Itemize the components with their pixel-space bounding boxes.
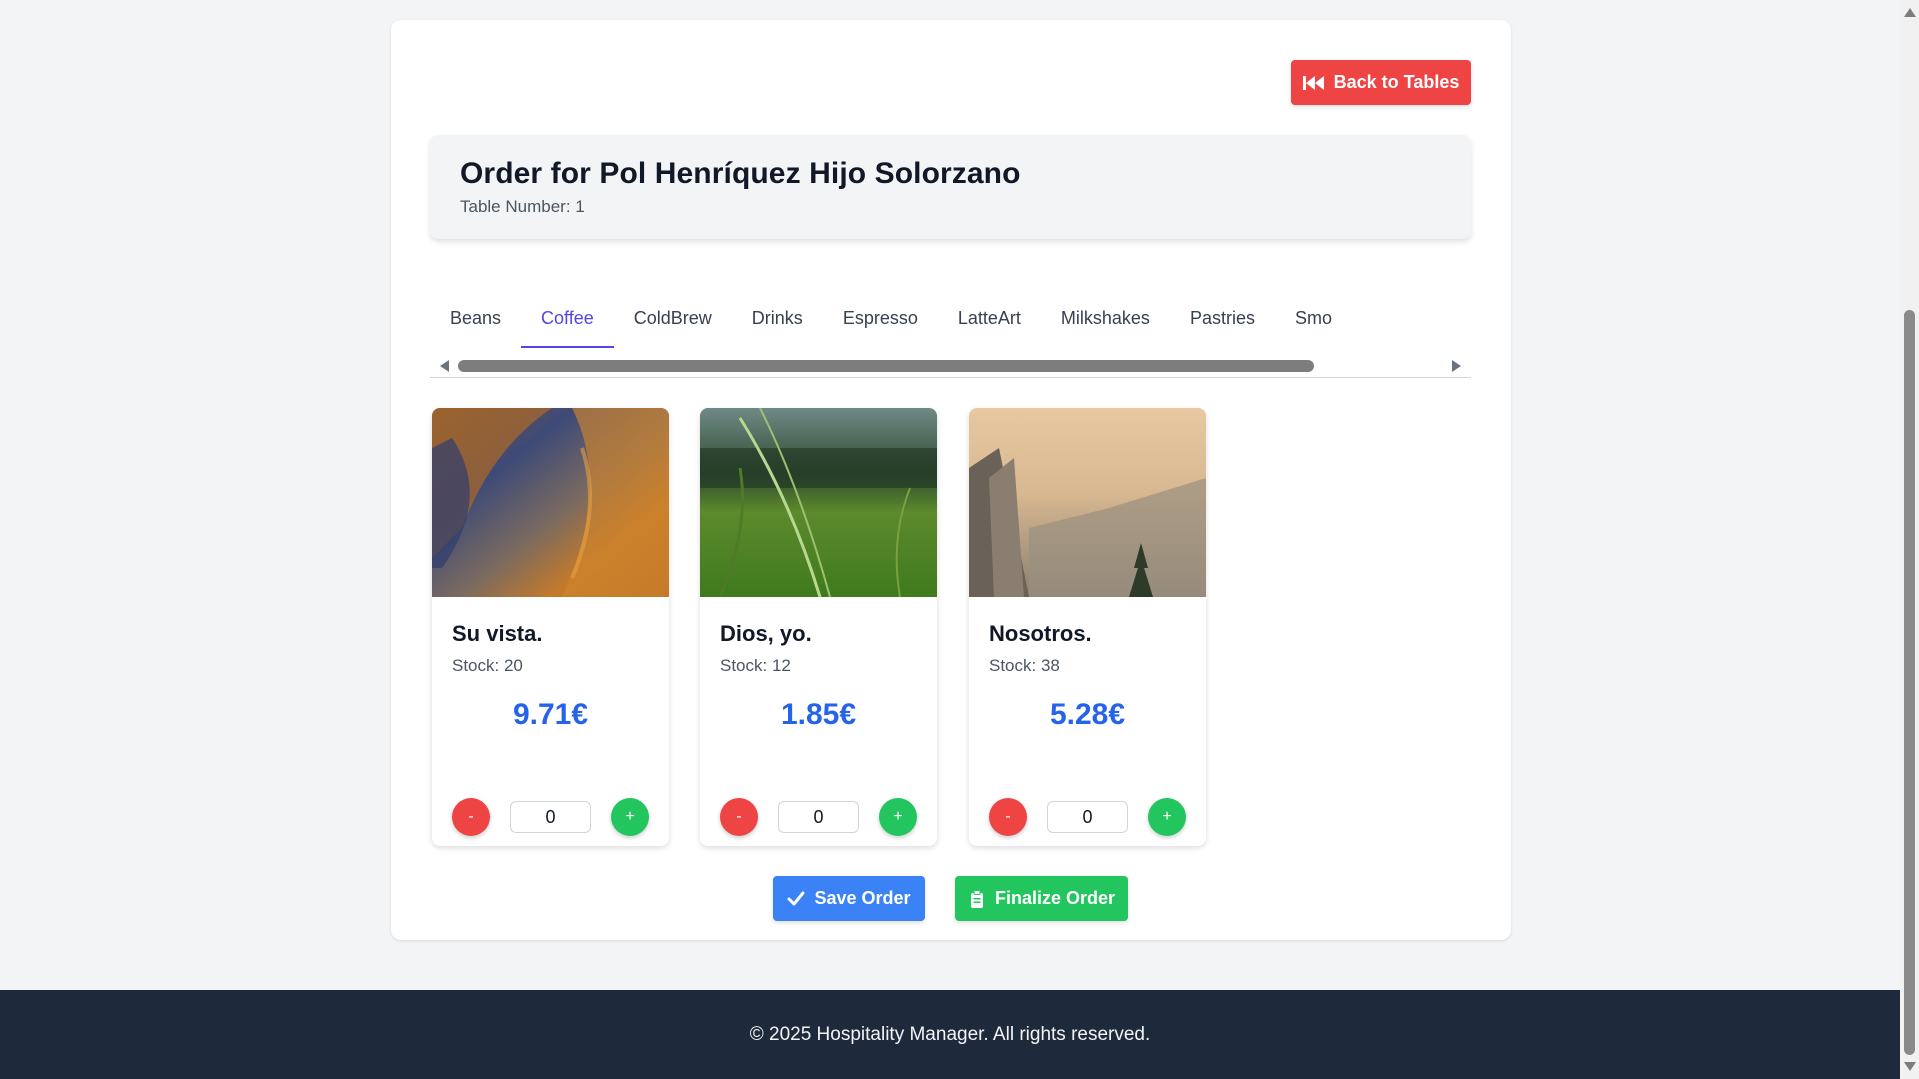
decrease-button[interactable]: - [452,798,490,836]
order-header: Order for Pol Henríquez Hijo Solorzano T… [430,135,1471,239]
product-card: Su vista. Stock: 20 9.71€ - + [432,408,669,846]
increase-button[interactable]: + [879,798,917,836]
check-icon [787,891,805,905]
quantity-input[interactable] [778,801,859,833]
save-order-label: Save Order [814,888,911,908]
tab-coldbrew[interactable]: ColdBrew [614,288,732,348]
category-tabs: Beans Coffee ColdBrew Drinks Espresso La… [430,288,1471,378]
increase-button[interactable]: + [611,798,649,836]
increase-button[interactable]: + [1148,798,1186,836]
scrollbar-thumb[interactable] [458,360,1314,372]
order-card: Back to Tables Order for Pol Henríquez H… [391,20,1511,940]
product-image [700,408,937,598]
scroll-left-icon[interactable] [440,360,449,372]
product-card: Nosotros. Stock: 38 5.28€ - + [969,408,1206,846]
quantity-input[interactable] [1047,801,1128,833]
quantity-input[interactable] [510,801,591,833]
tabs-scrollbar[interactable] [430,356,1471,376]
product-card: Dios, yo. Stock: 12 1.85€ - + [700,408,937,846]
tab-smoothies[interactable]: Smo [1275,288,1352,348]
product-stock: Stock: 20 [452,656,523,675]
tab-beans[interactable]: Beans [430,288,521,348]
scroll-up-icon[interactable] [1904,8,1916,17]
quantity-stepper: - + [452,798,649,836]
page-title: Order for Pol Henríquez Hijo Solorzano [460,157,1021,190]
product-name: Su vista. [452,621,543,646]
viewport: Back to Tables Order for Pol Henríquez H… [0,0,1900,1079]
decrease-button[interactable]: - [989,798,1027,836]
page-scrollbar[interactable] [1900,0,1919,1079]
tab-list: Beans Coffee ColdBrew Drinks Espresso La… [430,288,1352,348]
footer-copyright: © 2025 Hospitality Manager. All rights r… [749,1023,1151,1045]
tab-coffee[interactable]: Coffee [521,288,614,348]
back-to-tables-button[interactable]: Back to Tables [1291,60,1471,105]
product-stock: Stock: 38 [989,656,1060,675]
tab-pastries[interactable]: Pastries [1170,288,1275,348]
product-price: 5.28€ [1049,698,1126,731]
product-image [969,408,1206,597]
product-price: 9.71€ [512,698,589,731]
finalize-order-label: Finalize Order [994,888,1116,908]
back-button-label: Back to Tables [1333,72,1460,92]
finalize-order-button[interactable]: Finalize Order [955,876,1128,921]
quantity-stepper: - + [720,798,917,836]
product-name: Dios, yo. [720,621,812,646]
page-scrollbar-thumb[interactable] [1904,310,1915,1055]
scroll-down-icon[interactable] [1904,1062,1916,1071]
footer: © 2025 Hospitality Manager. All rights r… [0,990,1900,1079]
table-number: Table Number: 1 [460,197,585,216]
backward-icon [1302,75,1324,90]
clipboard-icon [970,889,983,908]
tab-espresso[interactable]: Espresso [823,288,938,348]
product-price: 1.85€ [780,698,857,731]
product-image [432,408,669,597]
tab-drinks[interactable]: Drinks [732,288,823,348]
tab-milkshakes[interactable]: Milkshakes [1041,288,1170,348]
save-order-button[interactable]: Save Order [773,876,925,921]
quantity-stepper: - + [989,798,1186,836]
tab-latteart[interactable]: LatteArt [938,288,1041,348]
product-name: Nosotros. [989,621,1092,646]
scroll-right-icon[interactable] [1452,360,1461,372]
decrease-button[interactable]: - [720,798,758,836]
product-stock: Stock: 12 [720,656,791,675]
